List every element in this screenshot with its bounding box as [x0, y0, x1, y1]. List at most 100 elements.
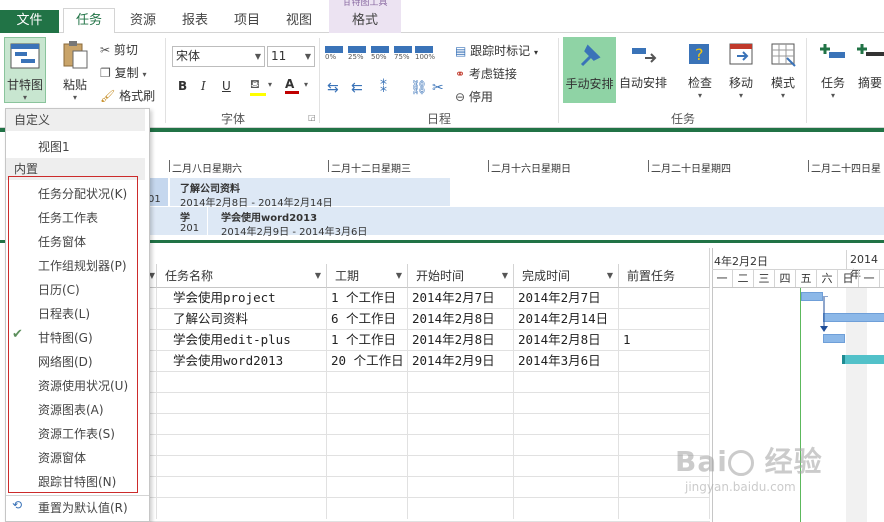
move-button[interactable]: 移动 ▾ [724, 40, 758, 102]
table-cell-start[interactable]: 2014年2月9日 [408, 351, 514, 372]
auto-schedule-button[interactable]: 自动安排 [617, 40, 669, 100]
italic-button[interactable]: I [201, 79, 206, 93]
progress-bar-icon [371, 46, 389, 53]
table-row[interactable]: 学会使用edit-plus 1 个工作日 2014年2月8日 2014年2月8日… [150, 330, 710, 351]
table-row-empty[interactable] [150, 393, 710, 414]
percent-0-button[interactable]: 0% [325, 46, 343, 61]
tab-view[interactable]: 视图 [276, 10, 322, 33]
inspect-button[interactable]: ? 检查 ▾ [683, 40, 717, 102]
gantt-task-bar[interactable] [842, 355, 884, 364]
chevron-down-icon[interactable]: ▾ [268, 80, 272, 89]
table-row[interactable]: 了解公司资料 6 个工作日 2014年2月8日 2014年2月14日 [150, 309, 710, 330]
table-cell-predecessors[interactable]: 1 [619, 330, 710, 351]
font-size-combo[interactable]: 11 ▼ [267, 46, 315, 67]
table-cell [150, 288, 157, 309]
tab-task[interactable]: 任务 [63, 8, 115, 34]
progress-bar-icon [394, 46, 412, 53]
gantt-chart-button[interactable]: 甘特图 ▾ [4, 37, 46, 103]
paste-button[interactable]: 粘贴 ▾ [56, 40, 94, 102]
insert-task-button[interactable]: 任务 ▾ [815, 40, 851, 102]
underline-button[interactable]: U [222, 79, 231, 93]
table-cell-start[interactable]: 2014年2月8日 [408, 330, 514, 351]
tab-file[interactable]: 文件 [0, 10, 59, 33]
table-cell-task-name[interactable]: 学会使用edit-plus [157, 330, 327, 351]
table-cell-finish[interactable]: 2014年2月7日 [514, 288, 619, 309]
ribbon-separator [319, 38, 320, 123]
mark-on-track-icon[interactable]: ⇆ [327, 80, 339, 96]
table-row-empty[interactable] [150, 456, 710, 477]
highlight-box [8, 176, 138, 493]
table-row-empty[interactable] [150, 435, 710, 456]
table-cell-start[interactable]: 2014年2月8日 [408, 309, 514, 330]
table-row[interactable]: 学会使用word2013 20 个工作日 2014年2月9日 2014年3月6日 [150, 351, 710, 372]
mark-on-track-button[interactable]: ▤ 跟踪时标记 ▾ [455, 42, 538, 59]
table-cell-duration[interactable]: 6 个工作日 [327, 309, 408, 330]
inactivate-label: 停用 [468, 90, 493, 104]
table-cell-task-name[interactable]: 学会使用word2013 [157, 351, 327, 372]
table-cell-predecessors[interactable] [619, 351, 710, 372]
tab-resource[interactable]: 资源 [120, 10, 166, 33]
font-color-button[interactable]: A [285, 77, 299, 94]
menu-item-reset-default[interactable]: 重置为默认值(R) [38, 499, 128, 516]
table-row-empty[interactable] [150, 498, 710, 522]
table-cell-task-name[interactable]: 学会使用project [157, 288, 327, 309]
fill-color-button[interactable]: ⛾ [250, 77, 266, 96]
tab-format[interactable]: 格式 [329, 10, 401, 33]
mode-label: 模式 [770, 76, 795, 90]
gantt-day-label: 二 [733, 270, 754, 288]
split-task-icon[interactable]: ⁑ [380, 80, 387, 96]
cut-button[interactable]: ✂ 剪切 [100, 41, 138, 58]
dialog-launcher-icon[interactable]: ◲ [308, 113, 316, 122]
manual-schedule-button[interactable]: 手动安排 [563, 37, 616, 103]
font-size-value: 11 [271, 49, 287, 63]
column-header-duration[interactable]: 工期 ▼ [327, 264, 408, 288]
inactivate-button[interactable]: ⊖ 停用 [455, 88, 493, 105]
cut-label: 剪切 [113, 43, 138, 57]
table-row-empty[interactable] [150, 414, 710, 435]
move-icon[interactable]: ⇇ [351, 80, 363, 96]
percent-50-button[interactable]: 50% [371, 46, 389, 61]
chevron-down-icon[interactable]: ▾ [304, 80, 308, 89]
font-name-combo[interactable]: 宋体 ▼ [172, 46, 265, 67]
column-header-start[interactable]: 开始时间 ▼ [408, 264, 514, 288]
bold-button[interactable]: B [178, 79, 187, 93]
ribbon-separator [806, 38, 807, 123]
percent-25-button[interactable]: 25% [348, 46, 366, 61]
copy-button[interactable]: ❐ 复制 ▾ [100, 64, 146, 81]
column-header-finish[interactable]: 完成时间 ▼ [514, 264, 619, 288]
table-cell-start[interactable]: 2014年2月7日 [408, 288, 514, 309]
table-cell-finish[interactable]: 2014年3月6日 [514, 351, 619, 372]
mode-button[interactable]: 模式 ▾ [766, 40, 800, 102]
respect-links-button[interactable]: ⚭ 考虑链接 [455, 65, 517, 82]
timeline-bar-fragment-text: 201 [180, 223, 200, 234]
table-row-empty[interactable] [150, 477, 710, 498]
table-row[interactable]: 学会使用project 1 个工作日 2014年2月7日 2014年2月7日 [150, 288, 710, 309]
table-cell-finish[interactable]: 2014年2月8日 [514, 330, 619, 351]
format-painter-button[interactable]: 🖌 格式刷 [100, 87, 155, 104]
table-cell-duration[interactable]: 1 个工作日 [327, 330, 408, 351]
table-cell-predecessors[interactable] [619, 288, 710, 309]
chevron-down-icon: ▼ [254, 52, 261, 61]
unlink-tasks-icon[interactable]: ✂ [432, 80, 444, 96]
summary-button[interactable]: 摘要 [856, 40, 884, 102]
table-row-empty[interactable] [150, 372, 710, 393]
table-cell-finish[interactable]: 2014年2月14日 [514, 309, 619, 330]
table-cell-duration[interactable]: 20 个工作日 [327, 351, 408, 372]
column-header-task-name[interactable]: 任务名称 ▼ [157, 264, 327, 288]
watermark-logo: Bai 经验 jingyan.baidu.com [675, 445, 823, 494]
paintbrush-icon: 🖌 [100, 89, 116, 103]
link-tasks-icon[interactable]: ⛓ [410, 80, 428, 96]
table-cell-duration[interactable]: 1 个工作日 [327, 288, 408, 309]
tab-project[interactable]: 项目 [224, 10, 270, 33]
percent-100-button[interactable]: 100% [415, 46, 435, 61]
timeline-bar-divider [207, 207, 208, 235]
font-name-value: 宋体 [176, 49, 201, 63]
chevron-down-icon: ▼ [606, 271, 613, 280]
column-header-predecessors[interactable]: 前置任务 [619, 264, 710, 288]
menu-item-view1[interactable]: 视图1 [38, 138, 70, 155]
table-cell-task-name[interactable]: 了解公司资料 [157, 309, 327, 330]
tab-report[interactable]: 报表 [172, 10, 218, 33]
table-cell-predecessors[interactable] [619, 309, 710, 330]
percent-75-button[interactable]: 75% [394, 46, 412, 61]
gantt-task-bar[interactable] [823, 313, 884, 322]
